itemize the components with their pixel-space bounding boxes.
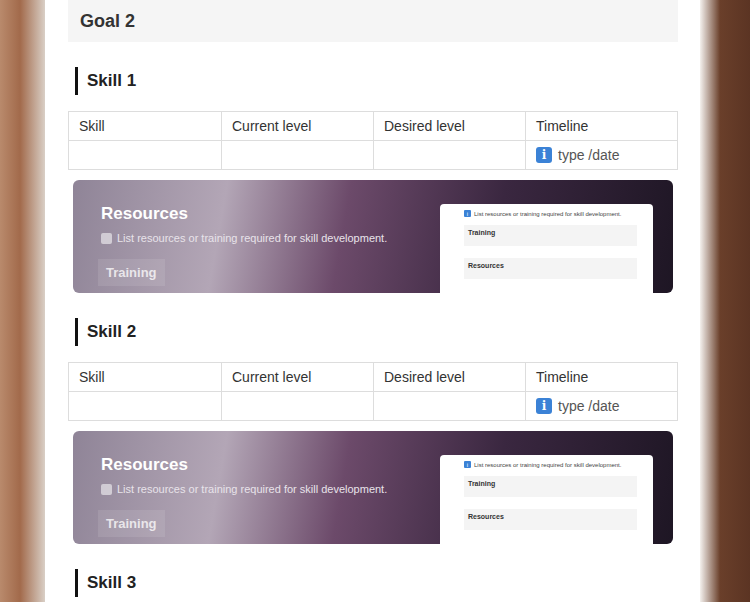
column-header[interactable]: Current level: [221, 363, 373, 391]
skill-table: SkillCurrent levelDesired levelTimeline …: [68, 111, 678, 170]
column-header[interactable]: Timeline: [525, 112, 677, 140]
info-icon: i: [536, 398, 552, 414]
preview-section: Resources: [464, 509, 637, 530]
table-cell[interactable]: [69, 141, 221, 169]
info-icon: i: [536, 147, 552, 163]
column-header[interactable]: Current level: [221, 112, 373, 140]
preview-note: i List resources or training required fo…: [464, 210, 637, 217]
table-cell[interactable]: [373, 392, 525, 420]
timeline-cell[interactable]: i type /date: [525, 392, 677, 420]
checkbox-row[interactable]: List resources or training required for …: [101, 232, 430, 244]
document-page: Goal 2 Skill 1 SkillCurrent levelDesired…: [45, 0, 700, 602]
banner-title: Resources: [101, 455, 430, 475]
skill-table: SkillCurrent levelDesired levelTimeline …: [68, 362, 678, 421]
table-row: i type /date: [69, 391, 677, 420]
checkbox[interactable]: [101, 233, 112, 244]
timeline-cell[interactable]: i type /date: [525, 141, 677, 169]
resources-banner[interactable]: Resources List resources or training req…: [73, 431, 673, 544]
checkbox-label: List resources or training required for …: [117, 483, 387, 495]
checkbox-row[interactable]: List resources or training required for …: [101, 483, 430, 495]
preview-section: Training: [464, 476, 637, 497]
column-header[interactable]: Skill: [69, 112, 221, 140]
info-icon: i: [464, 210, 471, 217]
resources-banner[interactable]: Resources List resources or training req…: [73, 180, 673, 293]
skill-heading[interactable]: Skill 2: [75, 318, 678, 346]
column-header[interactable]: Desired level: [373, 363, 525, 391]
checkbox[interactable]: [101, 484, 112, 495]
column-header[interactable]: Skill: [69, 363, 221, 391]
column-header[interactable]: Timeline: [525, 363, 677, 391]
training-block[interactable]: Training: [98, 259, 165, 286]
date-placeholder: type /date: [558, 147, 620, 163]
skill-heading[interactable]: Skill 3: [75, 569, 678, 597]
info-icon: i: [464, 461, 471, 468]
preview-card: i List resources or training required fo…: [440, 204, 653, 293]
goal-heading[interactable]: Goal 2: [68, 0, 678, 42]
table-cell[interactable]: [373, 141, 525, 169]
checkbox-label: List resources or training required for …: [117, 232, 387, 244]
table-cell[interactable]: [69, 392, 221, 420]
banner-title: Resources: [101, 204, 430, 224]
table-header-row: SkillCurrent levelDesired levelTimeline: [69, 112, 677, 140]
preview-section: Training: [464, 225, 637, 246]
table-cell[interactable]: [221, 392, 373, 420]
date-placeholder: type /date: [558, 398, 620, 414]
preview-card: i List resources or training required fo…: [440, 455, 653, 544]
table-header-row: SkillCurrent levelDesired levelTimeline: [69, 363, 677, 391]
table-row: i type /date: [69, 140, 677, 169]
training-block[interactable]: Training: [98, 510, 165, 537]
table-cell[interactable]: [221, 141, 373, 169]
skill-heading[interactable]: Skill 1: [75, 67, 678, 95]
preview-section: Resources: [464, 258, 637, 279]
preview-note: i List resources or training required fo…: [464, 461, 637, 468]
column-header[interactable]: Desired level: [373, 112, 525, 140]
